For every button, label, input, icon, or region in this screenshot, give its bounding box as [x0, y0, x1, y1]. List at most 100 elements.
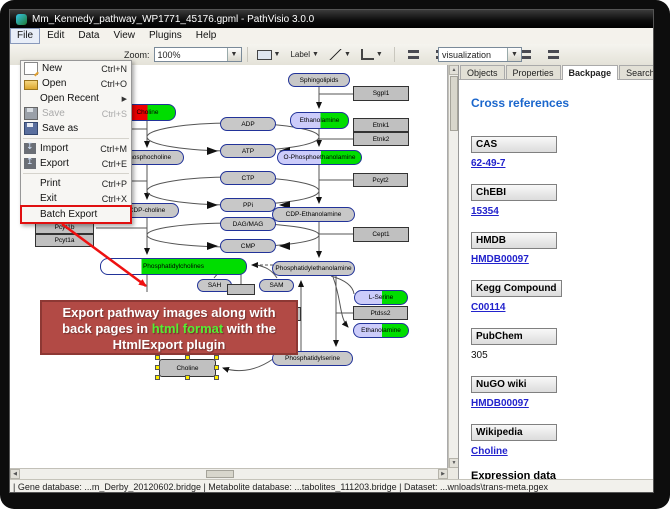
node-ppi[interactable]: PPi [220, 198, 276, 212]
menu-plugins[interactable]: Plugins [142, 28, 189, 44]
statusbar: | Gene database: ...m_Derby_20120602.bri… [10, 479, 653, 493]
node-etnk1[interactable]: Etnk1 [353, 118, 409, 132]
selection-handle[interactable] [155, 355, 160, 360]
node-atp[interactable]: ATP [220, 144, 276, 158]
tab-properties[interactable]: Properties [506, 65, 561, 79]
node-o-phosphoethanolamine[interactable]: O-Phosphoethanolamine [277, 150, 362, 165]
titlebar[interactable]: Mm_Kennedy_pathway_WP1771_45176.gpml - P… [10, 10, 653, 28]
chevron-down-icon[interactable]: ▼ [507, 48, 521, 61]
visualization-combobox[interactable]: visualization ▼ [438, 47, 522, 62]
chevron-down-icon[interactable]: ▼ [274, 51, 281, 58]
zoom-value: 100% [155, 50, 227, 60]
xref-section-title: Wikipedia [471, 424, 557, 441]
align-center-horizontal-button[interactable] [403, 45, 425, 64]
saveas-icon [24, 122, 38, 135]
menu-item-label: Exit [40, 193, 102, 204]
chevron-down-icon[interactable]: ▼ [312, 51, 319, 58]
gene-product-icon [257, 50, 272, 60]
node-sam[interactable]: SAM [259, 279, 294, 292]
common-height-icon [547, 49, 560, 60]
node-ctp[interactable]: CTP [220, 171, 276, 185]
menu-item-label: Import [40, 143, 100, 154]
xref-link[interactable]: 62-49-7 [471, 158, 505, 169]
file-menu-item-export[interactable]: ExportCtrl+E [21, 156, 131, 171]
menu-item-label: Save [42, 108, 102, 119]
selection-handle[interactable] [185, 375, 190, 380]
chevron-down-icon[interactable]: ▼ [344, 51, 351, 58]
scroll-left-icon[interactable]: ◀ [10, 469, 20, 479]
xref-section-chebi: ChEBI15354 [471, 182, 654, 217]
chevron-down-icon[interactable]: ▼ [227, 48, 241, 61]
node-phosphatidylethanolamine[interactable]: Phosphatidylethanolamine [272, 261, 355, 276]
xref-link[interactable]: Choline [471, 446, 508, 457]
xref-section-value: 305 [471, 350, 654, 361]
scroll-right-icon[interactable]: ▶ [438, 469, 448, 479]
file-menu-item-new[interactable]: NewCtrl+N [21, 61, 131, 76]
menu-item-label: Open Recent [40, 93, 122, 104]
node-adp[interactable]: ADP [220, 117, 276, 131]
menu-edit[interactable]: Edit [40, 28, 71, 44]
hscroll-thumb[interactable] [206, 470, 234, 478]
tab-search[interactable]: Search [619, 65, 654, 79]
label-tool-text: Label [290, 50, 310, 59]
selection-handle[interactable] [185, 355, 190, 360]
file-menu-item-exit[interactable]: ExitCtrl+X [21, 191, 131, 206]
selection-handle[interactable] [155, 375, 160, 380]
xref-link[interactable]: 15354 [471, 206, 499, 217]
file-menu-item-save[interactable]: SaveCtrl+S [21, 106, 131, 121]
node-cdp-ethanolamine[interactable]: CDP-Ethanolamine [272, 207, 355, 222]
zoom-combobox[interactable]: 100% ▼ [154, 47, 242, 62]
node-pcyt1a[interactable]: Pcyt1a [35, 234, 94, 247]
xref-section-value: 15354 [471, 206, 654, 217]
canvas-vertical-scrollbar[interactable]: ▲ ▼ [448, 65, 458, 468]
selection-handle[interactable] [155, 365, 160, 370]
open-icon [24, 80, 38, 90]
node-sphingolipids[interactable]: Sphingolipids [288, 73, 350, 87]
node-sgpl1[interactable]: Sgpl1 [353, 86, 409, 101]
xref-link[interactable]: C00114 [471, 302, 505, 313]
menu-data[interactable]: Data [71, 28, 106, 44]
node-ethanolamine-top[interactable]: Ethanolamine [290, 112, 349, 129]
node-cmp[interactable]: CMP [220, 239, 276, 253]
node-pcyt2[interactable]: Pcyt2 [353, 173, 408, 187]
align-center-horizontal-icon [407, 49, 420, 60]
menu-help[interactable]: Help [189, 28, 224, 44]
canvas-horizontal-scrollbar[interactable]: ◀ ▶ [10, 468, 448, 479]
menu-view[interactable]: View [106, 28, 142, 44]
file-menu-item-open-recent[interactable]: Open Recent▶ [21, 91, 131, 106]
xref-link[interactable]: HMDB00097 [471, 398, 529, 409]
node-dag-mag[interactable]: DAG/MAG [220, 217, 276, 231]
visualization-value: visualization [439, 50, 507, 60]
node-ptdss2[interactable]: Ptdss2 [353, 306, 408, 320]
xref-section-value: HMDB00097 [471, 398, 654, 409]
menu-separator [23, 173, 129, 174]
node-pemt-box[interactable] [227, 284, 255, 295]
tab-backpage[interactable]: Backpage [562, 65, 619, 80]
new-icon [24, 62, 38, 75]
window-title: Mm_Kennedy_pathway_WP1771_45176.gpml - P… [32, 14, 314, 25]
file-menu-item-print[interactable]: PrintCtrl+P [21, 176, 131, 191]
node-ethanolamine-bottom[interactable]: Ethanolamine [353, 323, 409, 338]
pathvisio-window: Mm_Kennedy_pathway_WP1771_45176.gpml - P… [9, 9, 654, 493]
selection-handle[interactable] [214, 365, 219, 370]
node-cept1[interactable]: Cept1 [353, 227, 409, 242]
vscroll-thumb[interactable] [450, 76, 458, 131]
node-phosphatidylcholines[interactable]: Phosphatidylcholines [100, 258, 247, 275]
file-menu-item-open[interactable]: OpenCtrl+O [21, 76, 131, 91]
gene-product-tool-button[interactable]: ▼ [254, 45, 286, 64]
xref-link[interactable]: HMDB00097 [471, 254, 529, 265]
selection-handle[interactable] [214, 375, 219, 380]
menu-file[interactable]: File [10, 28, 40, 44]
file-menu-item-batch-export[interactable]: Batch Export [21, 206, 131, 223]
node-l-serine[interactable]: L-Serine [354, 290, 408, 305]
line-tool-button[interactable]: ▼ [326, 45, 356, 64]
connector-tool-button[interactable]: ▼ [358, 45, 388, 64]
common-height-button[interactable] [543, 45, 565, 64]
tab-objects[interactable]: Objects [460, 65, 505, 79]
label-tool-button[interactable]: Label▼ [287, 45, 324, 64]
selection-handle[interactable] [214, 355, 219, 360]
file-menu-item-save-as[interactable]: Save as [21, 121, 131, 136]
file-menu-item-import[interactable]: ImportCtrl+M [21, 141, 131, 156]
node-etnk2[interactable]: Etnk2 [353, 132, 409, 146]
chevron-down-icon[interactable]: ▼ [376, 51, 383, 58]
